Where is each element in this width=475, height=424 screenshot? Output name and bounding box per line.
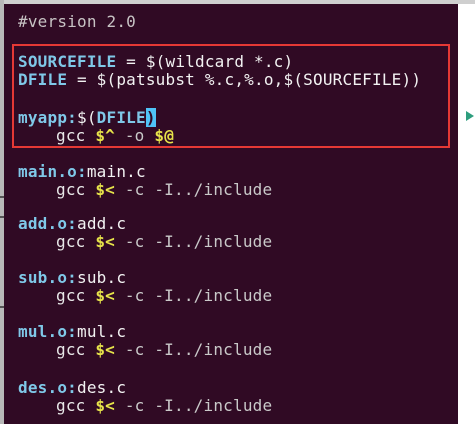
compile-flags: -c -I../include (115, 232, 273, 251)
gcc-command: gcc (56, 232, 96, 251)
auto-var-first-dep: $< (95, 232, 116, 251)
rule-target-line[interactable]: add.o:add.c (18, 214, 126, 234)
rule-target: sub.o: (18, 268, 77, 287)
rule-target: des.o: (18, 378, 77, 397)
pointer-arrow-icon (466, 111, 474, 121)
rule-dependency: main.c (86, 162, 146, 181)
vim-editor[interactable]: #version 2.0 SOURCEFILE = $(wildcard *.c… (4, 4, 458, 424)
rule-dependency: mul.c (77, 322, 127, 341)
rule-target-line[interactable]: mul.o:mul.c (18, 322, 126, 342)
rule-recipe-line[interactable]: gcc $< -c -I../include (56, 286, 272, 306)
gcc-command: gcc (56, 340, 96, 359)
rule-recipe-line[interactable]: gcc $< -c -I../include (56, 396, 272, 416)
rule-dependency: add.c (77, 214, 127, 233)
compile-flags: -c -I../include (115, 286, 273, 305)
auto-var-first-dep: $< (95, 340, 116, 359)
version-comment: #version 2.0 (18, 12, 136, 31)
rule-target-line[interactable]: main.o:main.c (18, 162, 146, 182)
rule-target: mul.o: (18, 322, 77, 341)
rule-target-line[interactable]: sub.o:sub.c (18, 268, 126, 288)
rule-recipe-line[interactable]: gcc $< -c -I../include (56, 340, 272, 360)
rule-dependency: des.c (77, 378, 127, 397)
rule-recipe-line[interactable]: gcc $< -c -I../include (56, 232, 272, 252)
compile-flags: -c -I../include (115, 340, 273, 359)
rule-target: main.o: (18, 162, 87, 181)
rule-dependency: sub.c (77, 268, 127, 287)
rule-target: add.o: (18, 214, 77, 233)
rule-recipe-line[interactable]: gcc $< -c -I../include (56, 180, 272, 200)
auto-var-first-dep: $< (95, 396, 116, 415)
gcc-command: gcc (56, 286, 96, 305)
compile-flags: -c -I../include (115, 396, 273, 415)
rule-target-line[interactable]: des.o:des.c (18, 378, 126, 398)
gcc-command: gcc (56, 180, 96, 199)
auto-var-first-dep: $< (95, 286, 116, 305)
gcc-command: gcc (56, 396, 96, 415)
compile-flags: -c -I../include (115, 180, 273, 199)
auto-var-first-dep: $< (95, 180, 116, 199)
highlight-box (12, 44, 450, 148)
